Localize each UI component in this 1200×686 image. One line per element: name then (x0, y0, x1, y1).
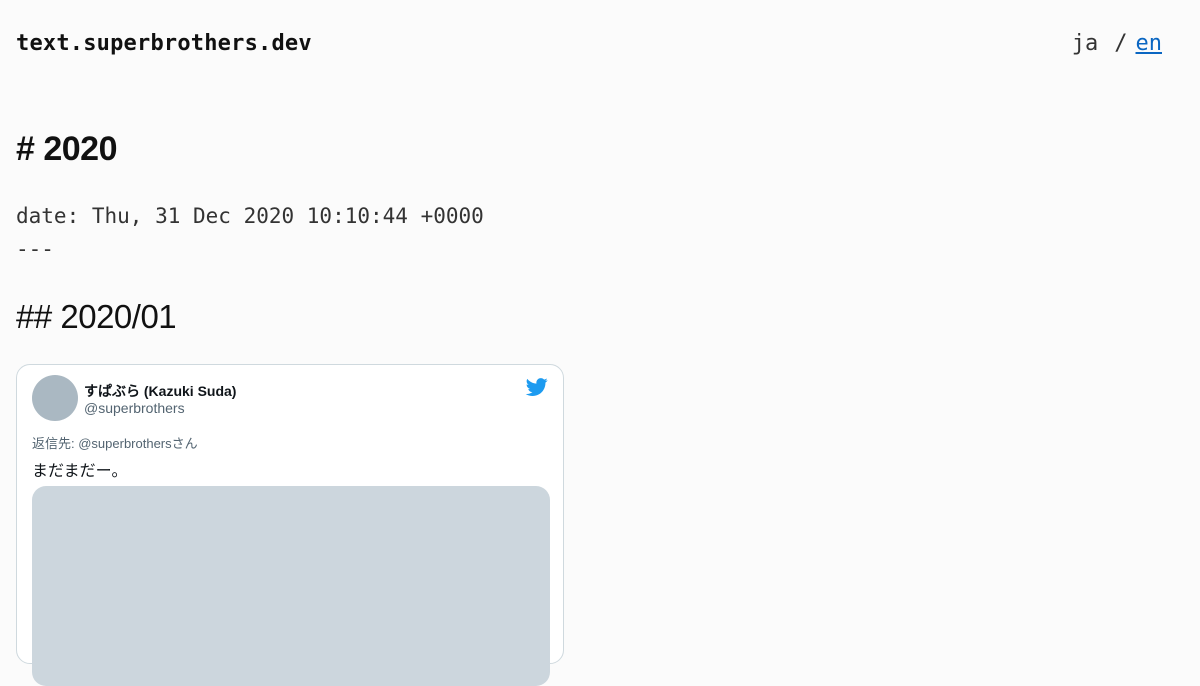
section-heading: ## 2020/01 (16, 298, 177, 335)
lang-en-link[interactable]: en (1136, 31, 1163, 56)
tweet-author-name[interactable]: すぱぶら (Kazuki Suda) (84, 381, 236, 401)
post-meta: date: Thu, 31 Dec 2020 10:10:44 +0000 --- (16, 200, 484, 266)
embedded-tweet[interactable]: すぱぶら (Kazuki Suda) @superbrothers 返信先: @… (16, 364, 564, 686)
tweet-author-handle[interactable]: @superbrothers (84, 400, 185, 416)
twitter-bird-icon[interactable] (525, 376, 549, 398)
tweet-text: まだまだー。 (32, 461, 128, 480)
avatar[interactable] (32, 375, 78, 421)
site-title-link[interactable]: text.superbrothers.dev (16, 31, 312, 56)
language-switcher: ja / en (1072, 31, 1162, 56)
meta-divider: --- (16, 237, 54, 261)
reply-to-label: 返信先: @superbrothersさん (32, 436, 198, 451)
lang-separator: / (1114, 31, 1128, 56)
lang-current: ja (1071, 31, 1099, 56)
post-heading: # 2020 (16, 130, 118, 168)
post-date: date: Thu, 31 Dec 2020 10:10:44 +0000 (16, 204, 484, 228)
tweet-media-placeholder[interactable] (32, 486, 550, 686)
